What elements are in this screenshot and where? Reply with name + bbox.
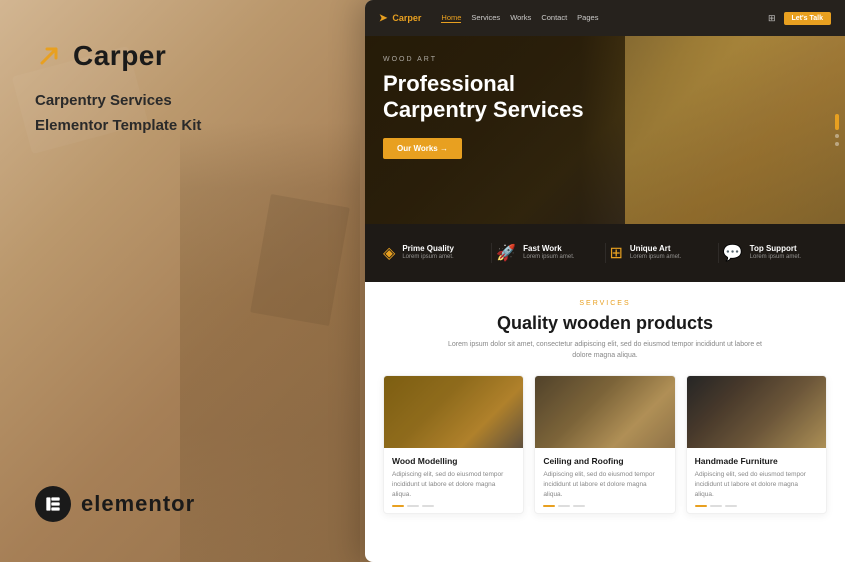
service-card-ceiling-title: Ceiling and Roofing: [543, 456, 666, 466]
service-card-wood-dots: [392, 505, 515, 507]
hero-scroll-indicator: [835, 114, 839, 146]
dot-3: [573, 505, 585, 507]
scroll-dot-1: [835, 114, 839, 130]
feature-prime-quality: ◈ Prime Quality Lorem ipsum amet.: [379, 243, 492, 263]
unique-art-desc: Lorem ipsum amet.: [630, 253, 681, 261]
feature-fast-text: Fast Work Lorem ipsum amet.: [523, 244, 574, 261]
scroll-dot-3: [835, 142, 839, 146]
brand-arrow-icon: [35, 42, 63, 70]
feature-fast-work: 🚀 Fast Work Lorem ipsum amet.: [492, 243, 605, 263]
service-card-ceiling-image: [535, 376, 674, 448]
nav-right: ⊞ Let's Talk: [768, 12, 831, 25]
service-card-furniture: Handmade Furniture Adipiscing elit, sed …: [686, 375, 827, 514]
dot-2: [710, 505, 722, 507]
service-card-wood-title: Wood Modelling: [392, 456, 515, 466]
service-card-wood-image: [384, 376, 523, 448]
hero-title-line2: Carpentry Services: [383, 97, 584, 122]
hero-title-line1: Professional: [383, 71, 515, 96]
prime-quality-title: Prime Quality: [402, 244, 454, 253]
feature-unique-art: ⊞ Unique Art Lorem ipsum amet.: [606, 243, 719, 263]
dot-3: [422, 505, 434, 507]
brand-name: Carper: [73, 40, 166, 72]
nav-link-contact[interactable]: Contact: [541, 13, 567, 23]
nav-link-works[interactable]: Works: [510, 13, 531, 23]
hero-tag: WOOD ART: [383, 56, 827, 63]
dot-3: [725, 505, 737, 507]
top-support-icon: 💬: [723, 243, 743, 263]
service-card-furniture-title: Handmade Furniture: [695, 456, 818, 466]
brand-description-line2: Elementor Template Kit: [35, 117, 355, 134]
service-card-furniture-image: [687, 376, 826, 448]
services-label: SERVICES: [383, 300, 827, 307]
services-description: Lorem ipsum dolor sit amet, consectetur …: [445, 340, 765, 361]
service-card-ceiling-text: Adipiscing elit, sed do eiusmod tempor i…: [543, 470, 666, 499]
service-card-wood-text: Adipiscing elit, sed do eiusmod tempor i…: [392, 470, 515, 499]
nav-link-pages[interactable]: Pages: [577, 13, 598, 23]
elementor-label: elementor: [81, 491, 195, 517]
top-support-desc: Lorem ipsum amet.: [750, 253, 801, 261]
nav-logo-text: Carper: [392, 13, 421, 23]
hero-title: Professional Carpentry Services: [383, 71, 827, 124]
fast-work-icon: 🚀: [496, 243, 516, 263]
hero-section: WOOD ART Professional Carpentry Services…: [365, 36, 845, 224]
service-card-furniture-body: Handmade Furniture Adipiscing elit, sed …: [687, 448, 826, 513]
left-panel: Carper Carpentry Services Elementor Temp…: [0, 0, 390, 562]
preview-navbar: ➤ Carper Home Services Works Contact Pag…: [365, 0, 845, 36]
unique-art-title: Unique Art: [630, 244, 681, 253]
brand-description-line1: Carpentry Services: [35, 90, 355, 113]
dot-1: [392, 505, 404, 507]
service-card-ceiling-dots: [543, 505, 666, 507]
elementor-badge: elementor: [35, 486, 195, 522]
nav-grid-icon: ⊞: [768, 13, 776, 24]
nav-link-services[interactable]: Services: [471, 13, 500, 23]
fast-work-title: Fast Work: [523, 244, 574, 253]
scroll-dot-2: [835, 134, 839, 138]
brand-row: Carper: [35, 40, 355, 72]
features-bar: ◈ Prime Quality Lorem ipsum amet. 🚀 Fast…: [365, 224, 845, 282]
services-title: Quality wooden products: [383, 313, 827, 334]
dot-1: [695, 505, 707, 507]
service-card-ceiling: Ceiling and Roofing Adipiscing elit, sed…: [534, 375, 675, 514]
service-cards-container: Wood Modelling Adipiscing elit, sed do e…: [383, 375, 827, 514]
dot-1: [543, 505, 555, 507]
service-card-ceiling-body: Ceiling and Roofing Adipiscing elit, sed…: [535, 448, 674, 513]
unique-art-icon: ⊞: [610, 243, 623, 263]
feature-prime-text: Prime Quality Lorem ipsum amet.: [402, 244, 454, 261]
nav-cta-button[interactable]: Let's Talk: [784, 12, 832, 25]
website-preview: ➤ Carper Home Services Works Contact Pag…: [365, 0, 845, 562]
elementor-icon: [35, 486, 71, 522]
services-section: SERVICES Quality wooden products Lorem i…: [365, 282, 845, 526]
service-card-wood-body: Wood Modelling Adipiscing elit, sed do e…: [384, 448, 523, 513]
service-card-furniture-dots: [695, 505, 818, 507]
prime-quality-desc: Lorem ipsum amet.: [402, 253, 454, 261]
service-card-wood: Wood Modelling Adipiscing elit, sed do e…: [383, 375, 524, 514]
feature-top-support: 💬 Top Support Lorem ipsum amet.: [719, 243, 831, 263]
fast-work-desc: Lorem ipsum amet.: [523, 253, 574, 261]
hero-button[interactable]: Our Works →: [383, 138, 462, 159]
top-support-title: Top Support: [750, 244, 801, 253]
nav-link-home[interactable]: Home: [441, 13, 461, 23]
hero-button-label: Our Works →: [397, 144, 448, 153]
nav-links: Home Services Works Contact Pages: [441, 13, 756, 23]
feature-unique-text: Unique Art Lorem ipsum amet.: [630, 244, 681, 261]
feature-support-text: Top Support Lorem ipsum amet.: [750, 244, 801, 261]
dot-2: [407, 505, 419, 507]
service-card-furniture-text: Adipiscing elit, sed do eiusmod tempor i…: [695, 470, 818, 499]
dot-2: [558, 505, 570, 507]
